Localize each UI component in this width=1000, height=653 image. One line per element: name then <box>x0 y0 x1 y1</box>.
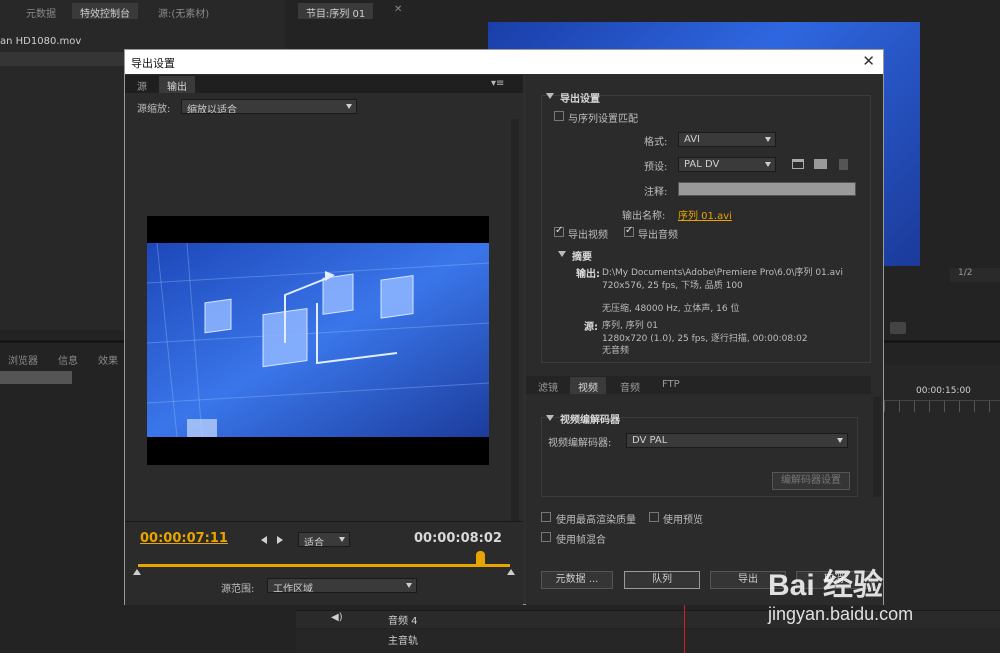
source-scale-label: 源缩放: <box>137 104 171 115</box>
bg-tab-source[interactable]: 源:(无素材) <box>150 3 217 20</box>
bg-tab-effects[interactable]: 效果 <box>90 350 126 367</box>
summary-output-line: 无压缩, 48000 Hz, 立体声, 16 位 <box>602 304 740 314</box>
summary-output-line: D:\My Documents\Adobe\Premiere Pro\6.0\序… <box>602 268 843 278</box>
use-preview-label: 使用预览 <box>663 515 703 526</box>
preset-label: 预设: <box>644 162 668 173</box>
preview-scrollbar[interactable] <box>511 119 519 521</box>
summary-source-line: 1280x720 (1.0), 25 fps, 逐行扫描, 00:00:08:0… <box>602 334 808 344</box>
tab-source[interactable]: 源 <box>129 76 155 93</box>
tab-audio[interactable]: 音频 <box>612 377 648 394</box>
save-preset-icon[interactable] <box>792 159 804 169</box>
summary-output-line: 720x576, 25 fps, 下场, 品质 100 <box>602 281 743 291</box>
project-file-name[interactable]: an HD1080.mov <box>0 36 81 47</box>
close-tab-icon[interactable]: ✕ <box>394 4 402 15</box>
timeline-scrubber-track[interactable] <box>138 564 510 567</box>
duration-timecode: 00:00:08:02 <box>414 531 502 546</box>
codec-settings-button[interactable]: 编解码器设置 <box>772 472 850 490</box>
settings-pane: 导出设置 与序列设置匹配 格式: AVI 预设: PAL DV 注释: 输出名称… <box>526 75 883 605</box>
metadata-button[interactable]: 元数据 ... <box>541 571 613 589</box>
codec-label: 视频编解码器: <box>548 438 612 449</box>
comment-input[interactable] <box>678 182 856 196</box>
collapse-export-settings-icon[interactable] <box>546 93 554 99</box>
bg-tab-effect-controls[interactable]: 特效控制台 <box>72 3 138 20</box>
step-back-icon[interactable] <box>261 536 267 544</box>
frame-blending-checkbox[interactable] <box>541 532 551 542</box>
tab-filters[interactable]: 滤镜 <box>530 377 566 394</box>
tab-ftp[interactable]: FTP <box>654 377 688 394</box>
playhead-marker[interactable] <box>475 551 485 564</box>
camera-icon[interactable] <box>890 322 906 334</box>
export-audio-label: 导出音频 <box>638 230 678 241</box>
export-video-label: 导出视频 <box>568 230 608 241</box>
max-render-quality-checkbox[interactable] <box>541 512 551 522</box>
codec-section-title: 视频编解码器 <box>560 415 620 426</box>
timeline-playhead-line <box>684 605 685 653</box>
preview-bottom-divider <box>125 521 523 522</box>
summary-source-line: 无音频 <box>602 346 630 356</box>
match-sequence-checkbox[interactable] <box>554 111 564 121</box>
preview-video-frame <box>147 243 489 437</box>
max-render-quality-label: 使用最高渲染质量 <box>556 515 636 526</box>
import-preset-icon[interactable] <box>814 159 827 169</box>
source-scale-select[interactable]: 缩放以适合 <box>181 99 357 114</box>
in-point-icon[interactable] <box>133 569 141 575</box>
watermark-logo: Bai 经验 <box>768 569 884 602</box>
codec-select[interactable]: DV PAL <box>626 433 848 448</box>
export-settings-title: 导出设置 <box>560 94 600 105</box>
speaker-icon[interactable]: ◀) <box>331 612 343 623</box>
dialog-title: 导出设置 <box>131 57 175 70</box>
summary-source-label: 源: <box>584 322 598 333</box>
bg-tab-info[interactable]: 信息 <box>50 350 86 367</box>
output-name-link[interactable]: 序列 01.avi <box>678 207 732 222</box>
bg-tab-program[interactable]: 节目:序列 01 <box>298 3 374 20</box>
summary-source-line: 序列, 序列 01 <box>602 321 659 331</box>
source-range-label: 源范围: <box>221 584 255 595</box>
tab-video[interactable]: 视频 <box>570 377 606 394</box>
effects-search-input[interactable] <box>0 371 72 384</box>
frame-blending-label: 使用帧混合 <box>556 535 606 546</box>
collapse-summary-icon[interactable] <box>558 251 566 257</box>
format-select[interactable]: AVI <box>678 132 776 147</box>
export-video-checkbox[interactable] <box>554 225 564 237</box>
bg-tab-metadata[interactable]: 元数据 <box>18 3 64 20</box>
use-preview-checkbox[interactable] <box>649 512 659 522</box>
match-sequence-label: 与序列设置匹配 <box>568 114 638 125</box>
delete-preset-icon[interactable] <box>839 159 848 170</box>
current-timecode[interactable]: 00:00:07:11 <box>140 531 228 546</box>
queue-button[interactable]: 队列 <box>624 571 700 589</box>
collapse-codec-icon[interactable] <box>546 415 554 421</box>
preset-select[interactable]: PAL DV <box>678 157 776 172</box>
timeline-timecode: 00:00:15:00 <box>916 386 971 396</box>
format-label: 格式: <box>644 137 668 148</box>
out-point-icon[interactable] <box>507 569 515 575</box>
close-icon[interactable]: ✕ <box>862 52 875 70</box>
output-name-label: 输出名称: <box>622 211 666 222</box>
timeline-ruler[interactable] <box>884 400 1000 412</box>
summary-output-label: 输出: <box>576 269 600 280</box>
step-forward-icon[interactable] <box>277 536 283 544</box>
watermark-url: jingyan.baidu.com <box>768 604 914 624</box>
zoom-select[interactable]: 1/2 <box>950 268 1000 282</box>
source-range-select[interactable]: 工作区域 <box>267 578 417 593</box>
track-label-audio-4: 音频 4 <box>388 616 418 627</box>
dialog-titlebar[interactable]: 导出设置 ✕ <box>125 50 883 74</box>
summary-title: 摘要 <box>572 252 592 263</box>
export-audio-checkbox[interactable] <box>624 225 634 237</box>
settings-scrollbar[interactable] <box>873 397 881 497</box>
tab-output[interactable]: 输出 <box>159 76 195 93</box>
preview-pane: 源 输出 ▾≡ 源缩放: 缩放以适合 00:00:07:11 适合 00:00:… <box>125 75 523 605</box>
track-label-master: 主音轨 <box>388 636 418 647</box>
comment-label: 注释: <box>644 187 668 198</box>
fit-select[interactable]: 适合 <box>298 532 350 547</box>
bg-tab-browser[interactable]: 浏览器 <box>0 350 46 367</box>
export-settings-dialog: 导出设置 ✕ 源 输出 ▾≡ 源缩放: 缩放以适合 00:00:07:11 适合… <box>124 49 884 605</box>
panel-menu-icon[interactable]: ▾≡ <box>491 78 504 89</box>
